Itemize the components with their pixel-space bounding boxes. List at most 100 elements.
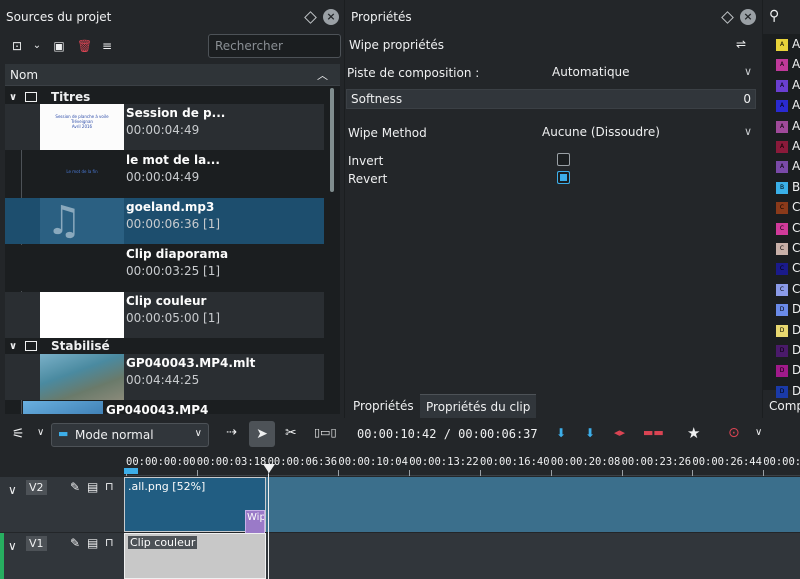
lock-icon[interactable]: ⊓ bbox=[105, 536, 114, 549]
settings-icon[interactable]: ⇌ bbox=[736, 37, 746, 51]
folder-name: Stabilisé bbox=[51, 339, 110, 353]
clip-item[interactable]: Clip couleur 00:00:05:00 [1] bbox=[5, 292, 324, 338]
effects-wand-icon[interactable]: ✎ bbox=[70, 480, 80, 494]
effect-category-icon: D bbox=[776, 365, 788, 378]
tab-properties[interactable]: Propriétés bbox=[347, 394, 420, 418]
effect-item-label[interactable]: C bbox=[792, 200, 800, 214]
effect-category-icon: C bbox=[776, 283, 788, 296]
chevron-down-icon[interactable]: ∨ bbox=[37, 427, 44, 438]
effect-item-label[interactable]: A bbox=[792, 159, 800, 173]
extract-icon[interactable]: ◂▸ bbox=[614, 426, 625, 439]
record-icon[interactable]: ⊙ bbox=[728, 425, 740, 441]
effect-item-label[interactable]: C bbox=[792, 282, 800, 296]
expand-chevron-icon[interactable]: ∨ bbox=[9, 341, 21, 352]
effect-item-label[interactable]: A bbox=[792, 78, 800, 92]
ruler-tick-label: 00:00:20:08 bbox=[550, 456, 621, 468]
effect-item-label[interactable]: A bbox=[792, 37, 800, 51]
color-thumbnail bbox=[40, 292, 124, 338]
expand-chevron-icon[interactable]: ∨ bbox=[9, 92, 21, 103]
playhead-marker-icon[interactable] bbox=[263, 464, 275, 473]
collapse-chevron-icon[interactable]: ∨ bbox=[8, 483, 17, 497]
tab-clip-properties[interactable]: Propriétés du clip bbox=[420, 394, 537, 418]
favorite-star-icon[interactable]: ★ bbox=[687, 424, 700, 442]
chevron-down-icon[interactable]: ⌄ bbox=[31, 38, 43, 54]
clip-name: le mot de la... bbox=[126, 153, 220, 167]
composition-track-select[interactable]: Automatique ∨ bbox=[552, 60, 758, 84]
effect-item-label[interactable]: D bbox=[792, 384, 800, 398]
search-input[interactable]: Rechercher bbox=[208, 34, 341, 58]
effect-item-label[interactable]: B bbox=[792, 180, 800, 194]
collapse-chevron-icon[interactable]: ∨ bbox=[8, 539, 17, 553]
close-dock-icon[interactable]: × bbox=[740, 9, 756, 25]
menu-icon[interactable]: ≡ bbox=[100, 38, 114, 54]
column-header[interactable]: Nom ︿ bbox=[5, 64, 340, 86]
folder-row[interactable]: ∨ Stabilisé bbox=[5, 337, 330, 355]
timecode-display[interactable]: 00:00:10:42 / 00:00:06:37 bbox=[357, 427, 538, 441]
effect-category-icon: D bbox=[776, 345, 788, 357]
add-folder-icon[interactable]: ▣ bbox=[52, 38, 66, 54]
softness-value: 0 bbox=[743, 92, 751, 106]
effect-category-icon: A bbox=[776, 120, 788, 133]
sort-chevron-icon[interactable]: ︿ bbox=[317, 67, 328, 83]
zone-marker[interactable] bbox=[124, 468, 138, 474]
effect-item-label[interactable]: D bbox=[792, 363, 800, 377]
clip-item[interactable]: GP040043.MP4 bbox=[5, 401, 324, 414]
track-video-icon[interactable]: ▤ bbox=[87, 480, 98, 494]
delete-icon[interactable]: 🗑 bbox=[77, 38, 92, 54]
lock-icon[interactable]: ⊓ bbox=[105, 480, 114, 493]
float-dock-icon[interactable] bbox=[304, 10, 317, 24]
ruler-tick bbox=[409, 470, 411, 476]
effect-item-label[interactable]: D bbox=[792, 323, 800, 337]
audio-thumbnail: ♫ bbox=[40, 198, 124, 244]
transition-label: Wip bbox=[247, 512, 265, 523]
effect-category-icon: D bbox=[776, 385, 788, 398]
effect-item-label[interactable]: D bbox=[792, 302, 800, 316]
scrollbar[interactable] bbox=[330, 88, 334, 192]
lift-icon[interactable]: ▬▬ bbox=[643, 426, 664, 439]
softness-slider[interactable]: Softness 0 bbox=[346, 89, 756, 109]
float-dock-icon[interactable] bbox=[721, 10, 734, 24]
edit-mode-select[interactable]: ▬ Mode normal ∨ bbox=[51, 423, 209, 447]
effect-item-label[interactable]: A bbox=[792, 119, 800, 133]
playhead-line bbox=[268, 474, 269, 579]
clip-item[interactable]: Le mot de la fin le mot de la... 00:00:0… bbox=[5, 151, 324, 197]
effect-category-icon: C bbox=[776, 202, 788, 215]
effect-item-label[interactable]: A bbox=[792, 139, 800, 153]
clip-item[interactable]: GP040043.MP4.mlt 00:04:44:25 bbox=[5, 354, 324, 400]
effect-header: Wipe propriétés bbox=[349, 38, 444, 52]
timeline-clip[interactable]: Clip couleur bbox=[124, 533, 266, 579]
effect-item-label[interactable]: C bbox=[792, 221, 800, 235]
effect-item-label[interactable]: C bbox=[792, 261, 800, 275]
folder-icon bbox=[25, 341, 37, 351]
effect-item-label[interactable]: D bbox=[792, 343, 800, 357]
tab-compositions[interactable]: Comp bbox=[769, 399, 800, 413]
overwrite-icon[interactable]: ⬇ bbox=[585, 426, 595, 440]
search-icon[interactable]: ⚲ bbox=[769, 8, 779, 24]
clip-item[interactable]: Clip diaporama 00:00:03:25 [1] bbox=[5, 245, 324, 291]
effects-wand-icon[interactable]: ✎ bbox=[70, 536, 80, 550]
track-name: V1 bbox=[26, 536, 47, 551]
razor-tool-icon[interactable]: ✂ bbox=[285, 425, 297, 441]
effect-item-label[interactable]: C bbox=[792, 241, 800, 255]
track-settings-icon[interactable]: ⚟ bbox=[12, 426, 25, 442]
revert-checkbox[interactable] bbox=[557, 171, 570, 184]
track-header-v1[interactable]: ∨ V1 ✎ ▤ ⊓ bbox=[0, 533, 124, 579]
selection-tool-icon[interactable]: ➤ bbox=[249, 421, 275, 447]
insert-icon[interactable]: ⬇ bbox=[556, 426, 566, 440]
folder-icon bbox=[25, 92, 37, 102]
spacer-tool-icon[interactable]: ⇢ bbox=[226, 425, 237, 440]
clip-item-selected[interactable]: ♫ goeland.mp3 00:00:06:36 [1] bbox=[5, 198, 324, 244]
project-tree[interactable]: Nom ︿ ∨ Titres Session de planche à voil… bbox=[5, 64, 340, 414]
effect-item-label[interactable]: A bbox=[792, 98, 800, 112]
project-bin-panel: Sources du projet × ⊡ ⌄ ▣ 🗑 ≡ Rechercher… bbox=[0, 0, 344, 418]
wipe-method-select[interactable]: Aucune (Dissoudre) ∨ bbox=[536, 120, 758, 144]
effect-item-label[interactable]: A bbox=[792, 57, 800, 71]
track-video-icon[interactable]: ▤ bbox=[87, 536, 98, 550]
clip-item[interactable]: Session de planche à voile Tréveignan Avri… bbox=[5, 104, 324, 150]
invert-checkbox[interactable] bbox=[557, 153, 570, 166]
close-dock-icon[interactable]: × bbox=[323, 9, 339, 25]
track-header-v2[interactable]: ∨ V2 ✎ ▤ ⊓ bbox=[0, 477, 124, 532]
add-clip-icon[interactable]: ⊡ bbox=[10, 38, 24, 54]
slip-tool-icon[interactable]: ▯▭▯ bbox=[314, 426, 337, 439]
chevron-down-icon[interactable]: ∨ bbox=[755, 427, 762, 438]
